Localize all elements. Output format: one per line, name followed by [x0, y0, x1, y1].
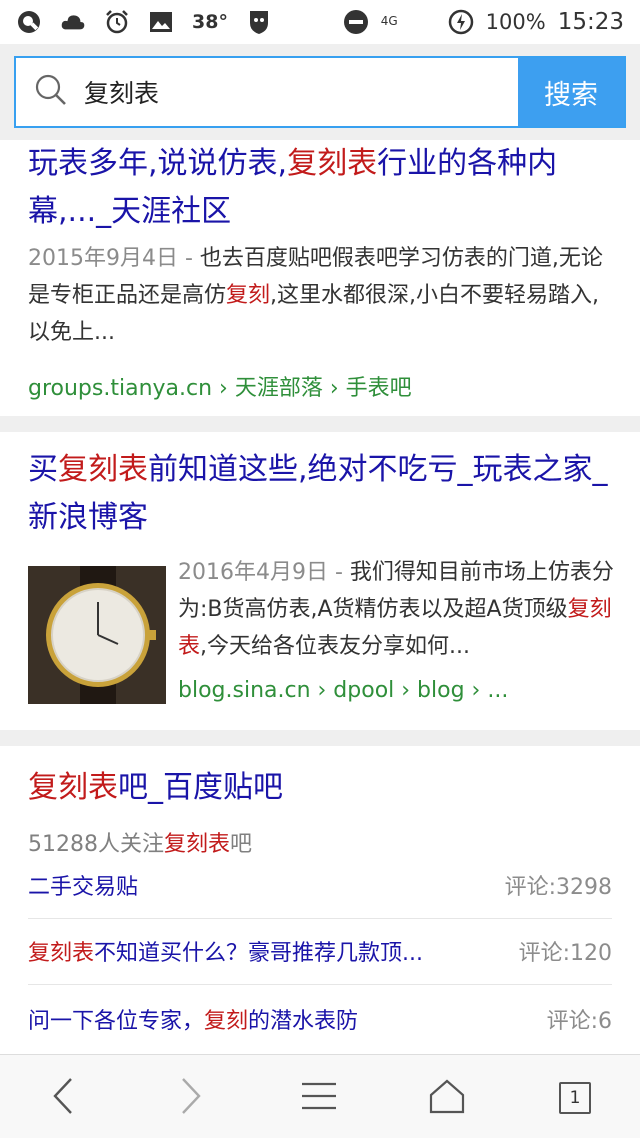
tabs-count-icon: 1	[559, 1082, 591, 1114]
forward-button[interactable]	[170, 1077, 212, 1119]
chevron-left-icon	[51, 1077, 75, 1119]
search-bar: 复刻表 搜索	[14, 56, 626, 128]
result-card: 买复刻表前知道这些,绝对不吃亏_玩表之家_新浪博客 2016年4月9日 - 我们…	[0, 432, 640, 730]
battery-saver-icon	[448, 9, 474, 35]
browser-toolbar: 1	[0, 1054, 640, 1138]
menu-button[interactable]	[298, 1077, 340, 1119]
comment-count: 评论:3298	[504, 875, 612, 900]
result-card: 玩表多年,说说仿表,复刻表行业的各种内幕,..._天涯社区 2015年9月4日 …	[0, 140, 640, 416]
network-type: 4G	[380, 14, 398, 28]
battery-level: 100%	[485, 10, 546, 34]
image-icon	[148, 9, 174, 35]
result-source-link[interactable]: groups.tianya.cn › 天涯部落 › 手表吧	[28, 370, 412, 402]
signal-icon	[410, 9, 436, 35]
tieba-title-link[interactable]: 复刻表吧_百度贴吧	[28, 764, 614, 812]
clock: 15:23	[557, 9, 624, 35]
comment-count: 评论:120	[518, 941, 612, 966]
do-not-disturb-icon	[343, 9, 369, 35]
result-snippet: 2015年9月4日 - 也去百度贴吧假表吧学习仿表的门道,无论是专柜正品还是高仿…	[28, 246, 603, 345]
result-date: 2016年4月9日 -	[178, 560, 343, 585]
search-icon	[34, 73, 68, 111]
result-title-link[interactable]: 玩表多年,说说仿表,复刻表行业的各种内幕,..._天涯社区	[28, 140, 614, 236]
browser-screen: 38° 4G 100% 15:23 复刻表 搜索 玩表多年,说说仿表,复刻表行业…	[0, 0, 640, 1138]
result-snippet: 2016年4月9日 - 我们得知目前市场上仿表分为:B货高仿表,A货精仿表以及超…	[178, 560, 614, 659]
status-bar: 38° 4G 100% 15:23	[0, 0, 640, 44]
tieba-post-link[interactable]: 二手交易贴 评论:3298	[28, 852, 612, 918]
home-button[interactable]	[426, 1077, 468, 1119]
result-source-link[interactable]: blog.sina.cn › dpool › blog › ...	[178, 678, 508, 703]
result-thumbnail-watch[interactable]	[28, 566, 166, 704]
search-input[interactable]: 复刻表	[16, 58, 518, 126]
back-button[interactable]	[42, 1077, 84, 1119]
tabs-button[interactable]: 1	[554, 1077, 596, 1119]
browser-app-icon	[16, 9, 42, 35]
hamburger-menu-icon	[300, 1081, 338, 1115]
home-icon	[428, 1078, 466, 1118]
result-title-link[interactable]: 买复刻表前知道这些,绝对不吃亏_玩表之家_新浪博客	[28, 446, 614, 542]
search-button[interactable]: 搜索	[518, 58, 624, 126]
chevron-right-icon	[179, 1077, 203, 1119]
tieba-post-link[interactable]: 复刻表不知道买什么？豪哥推荐几款顶... 评论:120	[28, 918, 612, 984]
temperature: 38°	[192, 11, 228, 33]
search-query-text: 复刻表	[84, 79, 160, 108]
result-date: 2015年9月4日 -	[28, 246, 193, 271]
tieba-post-link[interactable]: 问一下各位专家，复刻的潜水表防 评论:6	[28, 986, 612, 1052]
tieba-card: 复刻表吧_百度贴吧 51288人关注复刻表吧 二手交易贴 评论:3298 复刻表…	[0, 746, 640, 1054]
alarm-clock-icon	[104, 9, 130, 35]
cloud-icon	[60, 9, 86, 35]
shield-icon	[246, 9, 272, 35]
comment-count: 评论:6	[546, 1009, 612, 1034]
divider	[28, 984, 612, 985]
